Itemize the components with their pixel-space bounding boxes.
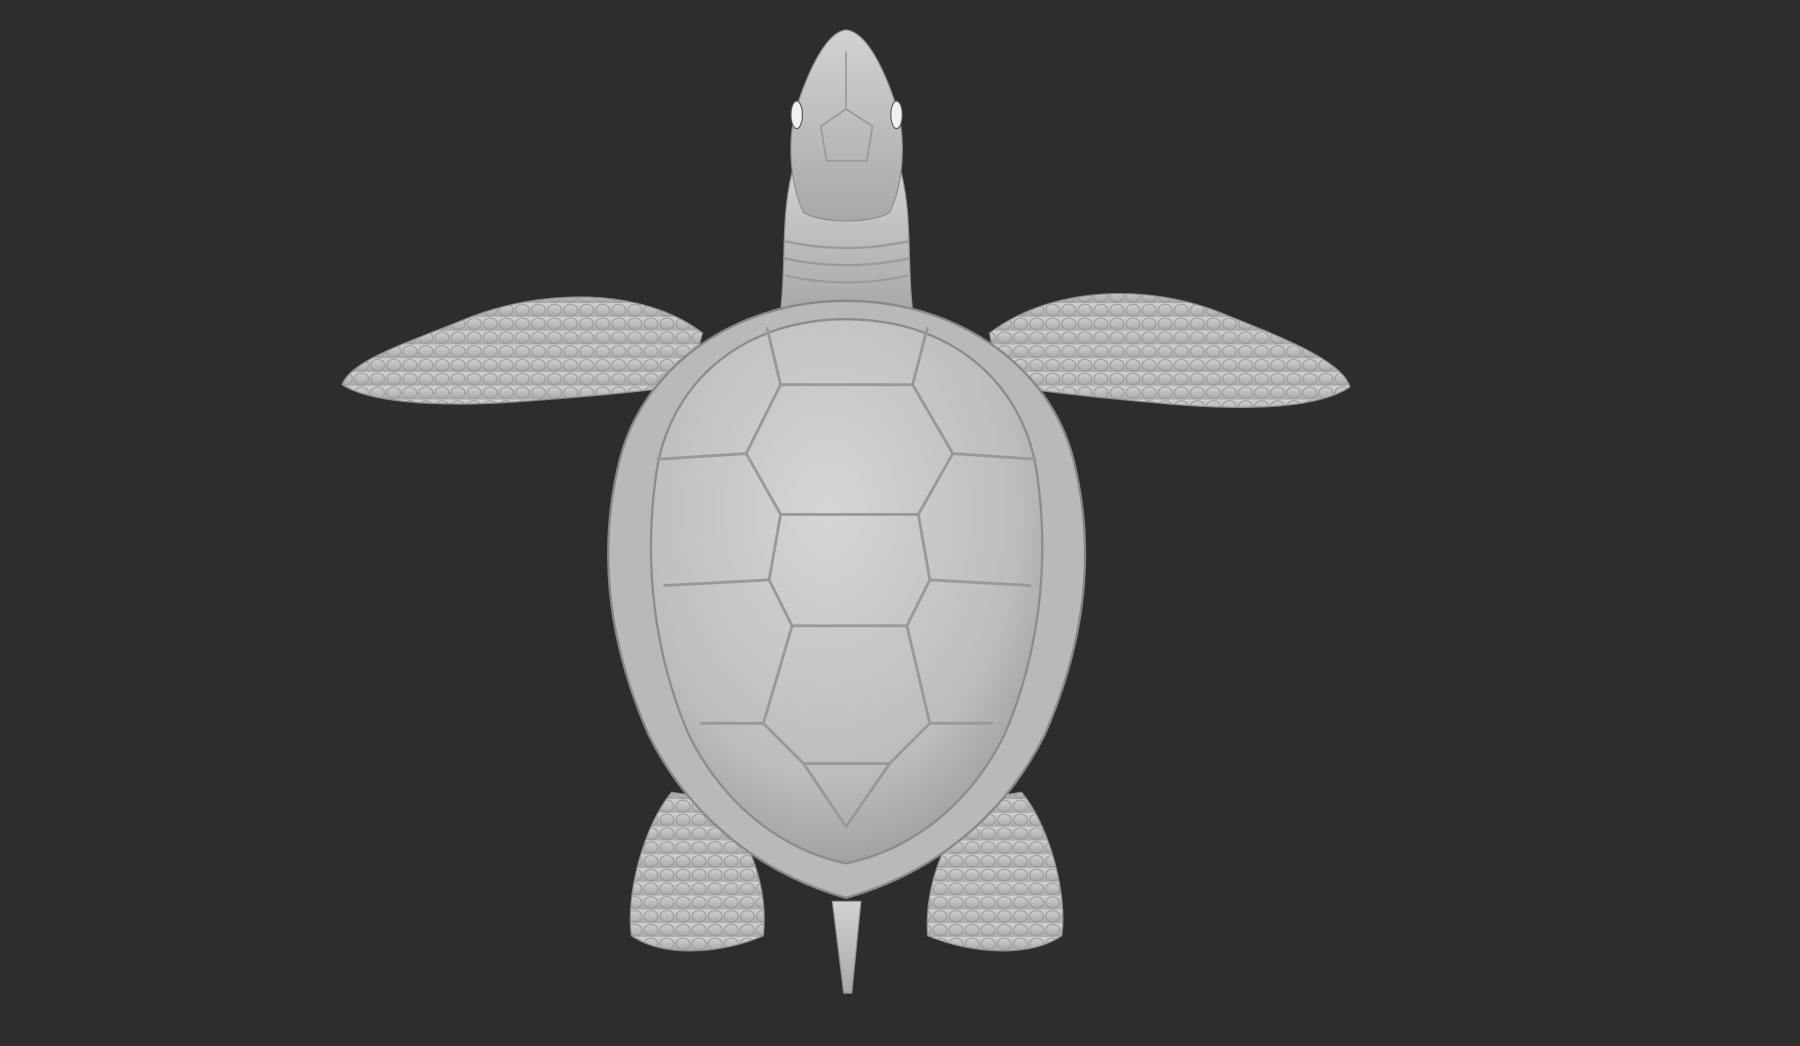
right-eye bbox=[891, 101, 902, 129]
turtle-render bbox=[0, 0, 1800, 1046]
3d-viewport[interactable] bbox=[0, 0, 1800, 1046]
left-eye bbox=[791, 101, 802, 129]
